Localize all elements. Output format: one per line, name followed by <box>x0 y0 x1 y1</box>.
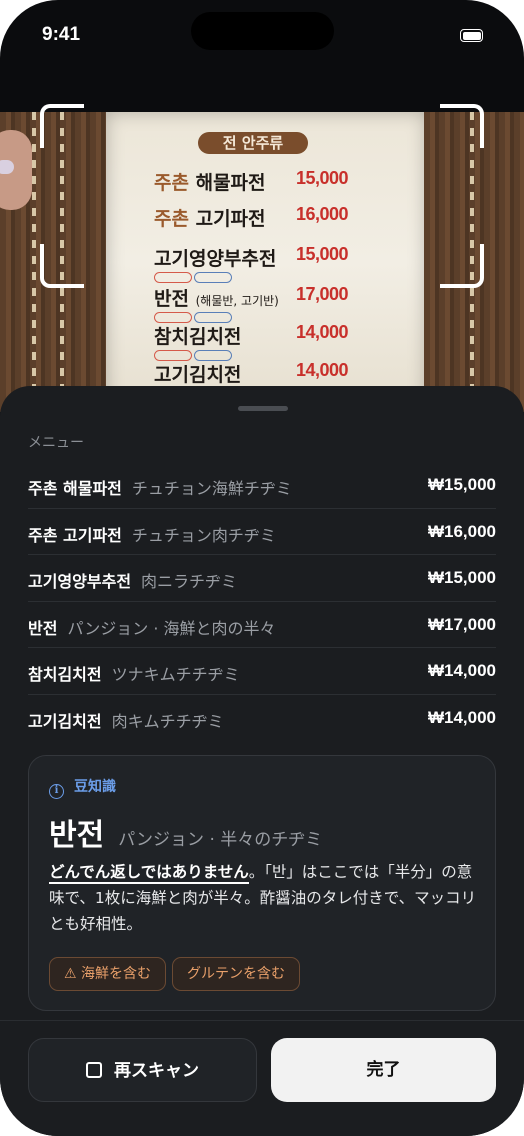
allergen-chip-seafood: ⚠ 海鮮を含む <box>49 957 167 991</box>
scan-frame-corner <box>440 104 484 148</box>
fingernail <box>0 160 14 174</box>
menu-item-japanese: チュチョン肉チヂミ <box>131 525 276 545</box>
menu-item-korean: 반전 <box>28 618 58 638</box>
paper-item-price: 14,000 <box>296 360 349 380</box>
menu-item-korean: 참치김치전 <box>28 665 102 685</box>
menu-item-japanese: チュチョン海鮮チヂミ <box>131 479 292 498</box>
menu-item-korean: 주촌 고기파전 <box>28 525 122 545</box>
allergen-chip-gluten: グルテンを含む <box>172 957 301 991</box>
menu-row[interactable]: 고기영양부추전 肉ニラチヂミ ₩15,000 <box>28 555 496 602</box>
menu-item-japanese: ツナキムチチヂミ <box>111 665 240 685</box>
menu-row[interactable]: 주촌 해물파전 チュチョン海鮮チヂミ ₩15,000 <box>28 462 496 509</box>
paper-item-prefix: 주촌 <box>154 208 189 230</box>
menu-item-japanese: 肉キムチチヂミ <box>111 711 224 731</box>
paper-item-price: 14,000 <box>296 322 349 342</box>
paper-item-price: 15,000 <box>296 168 349 188</box>
menu-item-korean: 주촌 해물파전 <box>28 479 122 498</box>
paper-item-name: 고기김치전 <box>154 364 242 386</box>
done-label: 完了 <box>366 1060 401 1080</box>
paper-item-name: 해물파전 <box>195 172 266 194</box>
paper-item: 주촌 해물파전 15,000 <box>106 168 426 198</box>
menu-item-price: ₩16,000 <box>427 521 496 541</box>
scan-frame-corner <box>40 244 84 288</box>
tip-body-emphasis: どんでん返しではありません <box>49 863 249 884</box>
paper-item-name: 참치김치전 <box>154 326 242 348</box>
paper-item: 주촌 고기파전 16,000 <box>106 204 426 234</box>
section-label: メニュー <box>28 435 84 451</box>
tip-card: i 豆知識 반전 パンジョン · 半々のチヂミ どんでん返しではありません。「반」は… <box>28 755 496 1011</box>
paper-item-prefix: 주촌 <box>154 172 189 194</box>
menu-item-price: ₩14,000 <box>427 661 496 681</box>
info-icon: i <box>49 784 64 799</box>
results-sheet: メニュー 주촌 해물파전 チュチョン海鮮チヂミ ₩15,000 주촌 고기파전 チュ… <box>0 386 524 1136</box>
paper-item-price: 16,000 <box>296 204 349 224</box>
menu-item-korean: 고기김치전 <box>28 711 102 731</box>
tip-title-korean: 반전 <box>49 818 105 853</box>
dynamic-island <box>191 12 334 50</box>
menu-item-japanese: パンジョン · 海鮮と肉の半々 <box>67 618 276 638</box>
menu-row[interactable]: 주촌 고기파전 チュチョン肉チヂミ ₩16,000 <box>28 509 496 556</box>
finger <box>0 130 32 210</box>
menu-list: 주촌 해물파전 チュチョン海鮮チヂミ ₩15,000 주촌 고기파전 チュチョン肉チ… <box>28 462 496 742</box>
allergen-chips: ⚠ 海鮮を含む グルテンを含む <box>49 957 306 991</box>
paper-item-price: 15,000 <box>296 244 349 264</box>
scan-icon <box>86 1062 102 1078</box>
menu-item-price: ₩14,000 <box>427 707 496 727</box>
spice-tags <box>154 268 234 283</box>
tip-heading: i 豆知識 <box>49 776 116 799</box>
tip-body: どんでん返しではありません。「반」はここでは「半分」の意味で、1枚に海鮮と肉が半… <box>49 859 477 937</box>
menu-row[interactable]: 참치김치전 ツナキムチチヂミ ₩14,000 <box>28 648 496 695</box>
menu-row[interactable]: 반전 パンジョン · 海鮮と肉の半々 ₩17,000 <box>28 602 496 649</box>
tip-title-reading: パンジョン · 半々のチヂミ <box>118 830 323 850</box>
phone-screen: 9:41 전 안주류 주촌 해물파전 15,000 주촌 고기파전 16,000… <box>0 0 524 1136</box>
scan-frame-corner <box>40 104 84 148</box>
status-time: 9:41 <box>42 24 81 45</box>
stitching <box>32 112 36 412</box>
battery-icon <box>460 29 483 42</box>
paper-item-name: 고기파전 <box>195 208 266 230</box>
paper-item-name: 반전 <box>154 288 189 310</box>
tip-heading-label: 豆知識 <box>74 779 116 795</box>
spice-tags <box>154 346 234 361</box>
tip-title: 반전 パンジョン · 半々のチヂミ <box>49 810 322 854</box>
menu-row[interactable]: 고기김치전 肉キムチチヂミ ₩14,000 <box>28 695 496 742</box>
paper-item-price: 17,000 <box>296 284 349 304</box>
paper-item-sub: (해물반, 고기반) <box>195 294 279 308</box>
menu-item-korean: 고기영양부추전 <box>28 572 132 592</box>
paper-item-name: 고기영양부추전 <box>154 248 277 270</box>
spice-tags <box>154 308 234 323</box>
menu-item-price: ₩15,000 <box>427 568 496 588</box>
rescan-button[interactable]: 再スキャン <box>28 1038 257 1102</box>
menu-item-japanese: 肉ニラチヂミ <box>141 572 238 592</box>
sheet-drag-handle[interactable] <box>238 406 288 411</box>
menu-item-price: ₩17,000 <box>427 614 496 634</box>
menu-item-price: ₩15,000 <box>427 475 496 494</box>
footer-divider <box>0 1020 524 1021</box>
menu-paper: 전 안주류 주촌 해물파전 15,000 주촌 고기파전 16,000 고기영양… <box>106 112 426 412</box>
paper-header: 전 안주류 <box>198 132 308 154</box>
done-button[interactable]: 完了 <box>271 1038 496 1102</box>
scan-frame-corner <box>440 244 484 288</box>
rescan-label: 再スキャン <box>114 1061 199 1081</box>
